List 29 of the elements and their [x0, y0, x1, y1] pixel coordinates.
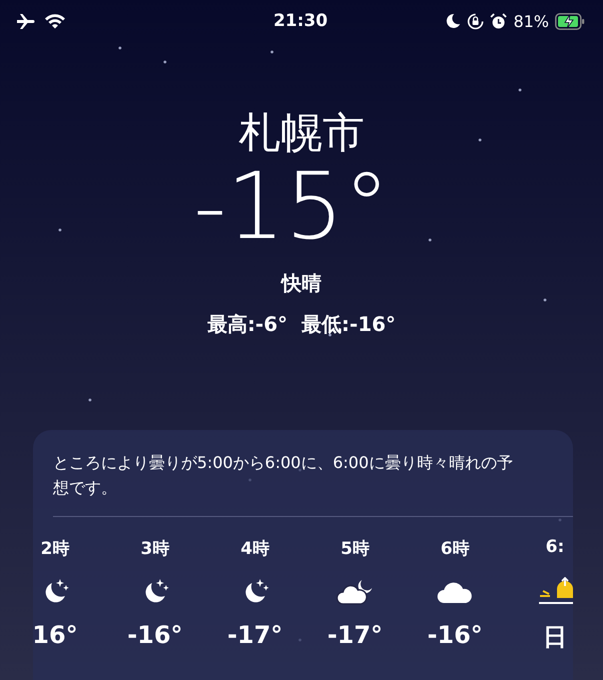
airplane-icon — [16, 13, 36, 29]
rotation-lock-icon — [467, 12, 484, 30]
hour-temperature: -17° — [327, 621, 383, 649]
battery-charging-icon — [555, 12, 585, 30]
status-time: 21:30 — [273, 11, 328, 31]
hour-label: 4時 — [240, 538, 270, 561]
moon-icon — [445, 13, 462, 29]
current-temperature: -15° — [193, 158, 390, 256]
hour-label: 2時 — [40, 538, 70, 561]
low-temperature: 最低:-16° — [302, 311, 396, 338]
hour-label: 6: — [546, 537, 564, 559]
cloud-moon-icon — [336, 579, 374, 605]
sunrise-icon — [537, 577, 573, 607]
hour-label: 3時 — [140, 538, 170, 561]
forecast-summary: ところにより曇りが5:00から6:00に、6:00に曇り時々晴れの予想です。 — [53, 452, 513, 499]
alarm-icon — [490, 12, 508, 30]
hour-label: 6時 — [440, 538, 470, 561]
hour-temperature: -16° — [427, 621, 483, 649]
hour-temperature: -17° — [227, 621, 283, 649]
cloud-icon — [437, 581, 473, 603]
wifi-icon — [44, 13, 66, 29]
high-temperature: 最高:-6° — [207, 311, 288, 338]
hour-temperature: 日 — [543, 622, 567, 653]
battery-percent: 81% — [513, 12, 549, 30]
hour-label: 5時 — [340, 538, 370, 561]
weather-condition: 快晴 — [282, 270, 322, 297]
city-name: 札幌市 — [238, 108, 364, 158]
hour-temperature: 16° — [33, 621, 78, 649]
hour-temperature: -16° — [127, 621, 183, 649]
